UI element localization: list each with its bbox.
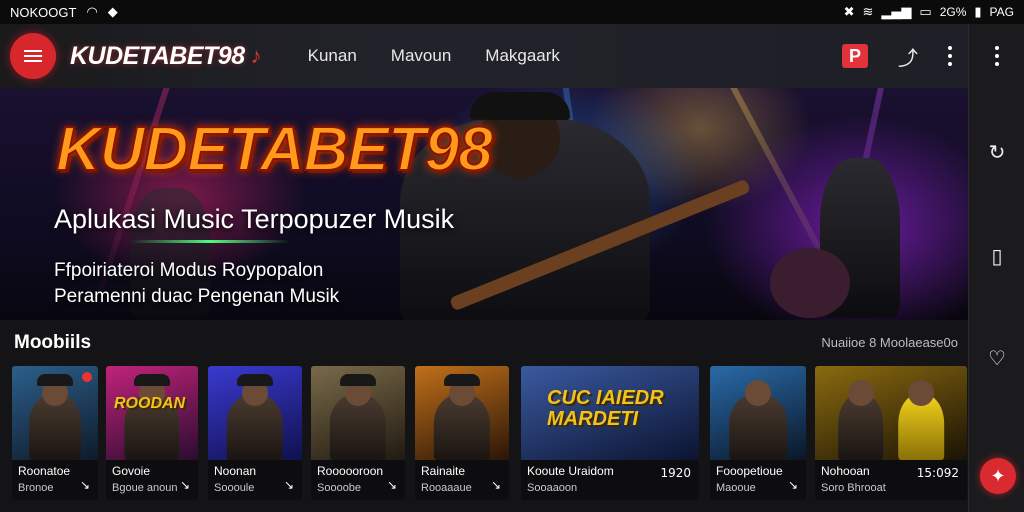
app-bar: KUDETABET98 ♪ Kunan Mavoun Makgaark P ⤴ <box>0 24 968 88</box>
overflow-menu-icon[interactable] <box>948 46 952 66</box>
card-artwork: CUC IAIEDR MARDETI <box>521 366 699 460</box>
vibrate-icon: ≋ <box>862 4 874 20</box>
card-subtitle: Sooaaoon <box>527 482 578 494</box>
carrier-label: NOKOOGT <box>10 4 77 20</box>
device-icon[interactable]: ▯ <box>969 244 1024 268</box>
record-icon <box>82 372 92 382</box>
media-card[interactable]: Fooopetioue Maooue ↘ <box>710 366 806 500</box>
card-title: Roooooroon <box>317 464 384 478</box>
card-artwork <box>415 366 509 460</box>
fab-action-button[interactable]: ✦ <box>980 458 1016 494</box>
chevron-icon: ↘ <box>179 478 190 492</box>
media-card[interactable]: Nohooan Soro Bhrooat 15:092 <box>815 366 967 500</box>
media-card[interactable]: ROODAN Govoie Bgoue anoun ↘ <box>106 366 198 500</box>
card-artwork <box>208 366 302 460</box>
hero-description-line: Peramenni duac Pengenan Musik <box>54 286 340 307</box>
network-label: PAG <box>989 5 1014 19</box>
brand-logo[interactable]: KUDETABET98 <box>70 42 245 71</box>
card-duration: 1920 <box>660 466 691 480</box>
media-card[interactable]: Rainaite Rooaaaue ↘ <box>415 366 509 500</box>
p-app-icon[interactable]: P <box>842 44 868 68</box>
card-title: Govoie <box>112 464 151 478</box>
drum-kit <box>770 248 850 318</box>
media-card[interactable]: Noonan Soooule ↘ <box>208 366 302 500</box>
section-title: Moobiils <box>14 332 92 353</box>
card-artwork <box>311 366 405 460</box>
card-title: Fooopetioue <box>716 464 783 478</box>
glow-accent <box>130 240 290 243</box>
hero-subtitle: Aplukasi Music Terpopuzer Musik <box>54 204 455 234</box>
card-duration: 15:092 <box>916 466 959 480</box>
refresh-icon[interactable]: ↻ <box>969 140 1024 164</box>
media-card[interactable]: Roonatoe Bronoe ↘ <box>12 366 98 500</box>
card-title: Rainaite <box>421 464 466 478</box>
chevron-icon: ↘ <box>787 478 798 492</box>
music-note-icon: ♪ <box>250 43 262 68</box>
battery-percent: 2G% <box>939 5 967 19</box>
battery-full-icon: ▮ <box>974 4 982 20</box>
wifi-icon: ◠ <box>86 4 98 20</box>
hero-title: KUDETABET98 <box>55 114 494 185</box>
favorite-icon[interactable]: ♡ <box>969 346 1024 370</box>
card-title: Roonatoe <box>18 464 71 478</box>
navigation-icon: ◆ <box>107 4 118 20</box>
share-icon[interactable]: ⤴ <box>898 42 918 71</box>
signal-icon: ▂▄▆ <box>881 4 912 20</box>
mute-icon: ✖ <box>843 4 855 20</box>
card-poster-text: ROODAN <box>114 395 186 412</box>
media-card[interactable]: Roooooroon Soooobe ↘ <box>311 366 405 500</box>
content-section: Moobiils Nuaiioe 8 Moolaease0o Roonatoe B… <box>0 320 968 512</box>
hero-banner[interactable]: KUDETABET98 Aplukasi Music Terpopuzer Mu… <box>0 88 968 320</box>
menu-button[interactable] <box>10 33 56 79</box>
card-artwork <box>12 366 98 460</box>
card-subtitle: Soro Bhrooat <box>821 482 886 494</box>
card-title: Noonan <box>214 464 257 478</box>
section-meta[interactable]: Nuaiioe 8 Moolaease0o <box>821 335 958 350</box>
side-rail: ↻ ▯ ♡ <box>968 24 1024 512</box>
chevron-icon: ↘ <box>79 478 90 492</box>
card-artwork <box>710 366 806 460</box>
status-bar: NOKOOGT ◠ ◆ ✖ ≋ ▂▄▆ ▭ 2G% ▮ PAG <box>0 0 1024 24</box>
hamburger-icon <box>24 50 42 62</box>
battery-icon: ▭ <box>919 4 932 20</box>
nav-item-kunan[interactable]: Kunan <box>308 46 357 66</box>
chevron-icon: ↘ <box>490 478 501 492</box>
nav-item-mavoun[interactable]: Mavoun <box>391 46 451 66</box>
top-nav: Kunan Mavoun Makgaark <box>308 46 560 66</box>
card-artwork <box>815 366 967 460</box>
nav-item-makgaark[interactable]: Makgaark <box>485 46 560 66</box>
card-artwork: ROODAN <box>106 366 198 460</box>
chevron-icon: ↘ <box>386 478 397 492</box>
rail-more-icon[interactable] <box>995 46 999 66</box>
card-poster-text: CUC IAIEDR MARDETI <box>547 387 664 430</box>
media-card[interactable]: CUC IAIEDR MARDETI Kooute Uraidom Sooaaoo… <box>521 366 699 500</box>
hero-description-line: Ffpoiriateroi Modus Roypopalon <box>54 260 324 281</box>
chevron-icon: ↘ <box>283 478 294 492</box>
